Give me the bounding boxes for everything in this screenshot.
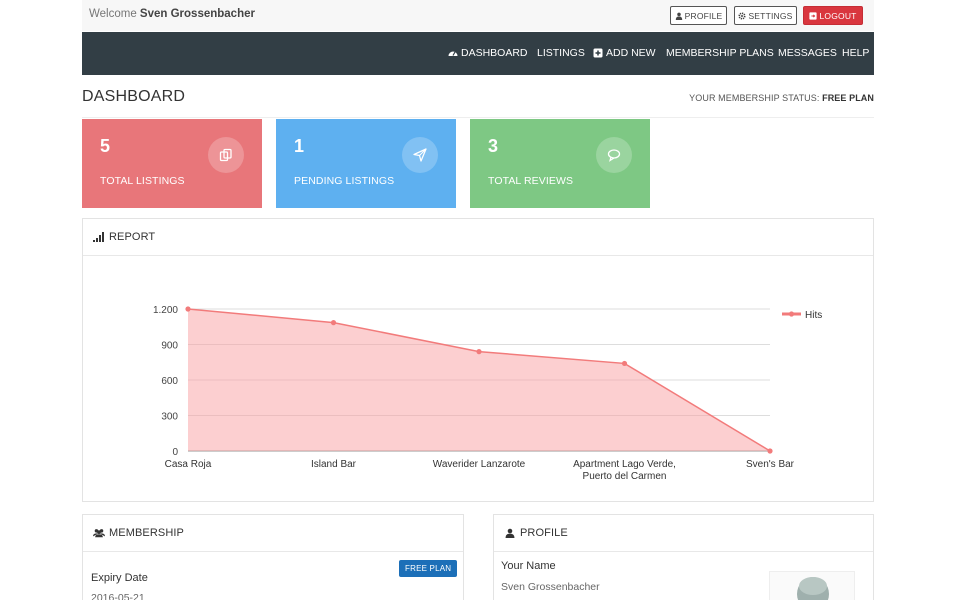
nav-add-new[interactable]: ADD NEW [593,47,656,59]
header-divider [82,117,874,118]
x-tick-label: Island Bar [311,459,357,470]
logout-button-label: LOGOUT [819,10,857,21]
stat-label: TOTAL LISTINGS [100,175,185,187]
nav-membership-plans-label: MEMBERSHIP PLANS [666,47,774,59]
user-name: Sven Grossenbacher [139,8,255,20]
data-point [330,320,337,326]
plan-badge[interactable]: FREE PLAN [399,560,458,577]
membership-status-label: YOUR MEMBERSHIP STATUS: [689,93,820,103]
profile-button[interactable]: PROFILE [670,6,727,25]
profile-panel: PROFILE Your Name Sven Grossenbacher [493,514,874,600]
y-tick-label: 0 [172,447,178,458]
x-tick-label: Casa Roja [165,459,212,470]
stat-value: 1 [294,136,305,156]
avatar [769,571,855,600]
user-icon [505,528,515,538]
page-title: DASHBOARD [82,88,186,105]
x-tick-label: Apartment Lago Verde, Puerto del Carmen [573,459,676,482]
nav-dashboard-label: DASHBOARD [461,47,528,59]
gear-icon [738,11,746,20]
nav-messages-label: MESSAGES [778,47,837,59]
membership-panel: MEMBERSHIP FREE PLAN Expiry Date 2016-05… [82,514,464,600]
copy-icon [208,137,244,173]
stat-card-total-reviews[interactable]: 3 TOTAL REVIEWS [470,119,650,208]
dashboard-icon [448,51,458,56]
nav-listings[interactable]: LISTINGS [537,47,585,59]
comment-icon [596,137,632,173]
expiry-value: 2016-05-21 [91,592,145,600]
welcome-text: Welcome Sven Grossenbacher [89,8,255,20]
stat-label: PENDING LISTINGS [294,175,395,187]
nav-listings-label: LISTINGS [537,47,585,59]
stat-card-pending-listings[interactable]: 1 PENDING LISTINGS [276,119,456,208]
your-name-label: Your Name [501,560,556,572]
logout-icon [809,11,818,20]
hits-chart: 0 300 600 900 1.200 Casa Roja Island Bar Waveri… [153,305,822,482]
legend-label: Hits [805,310,822,321]
nav-messages[interactable]: MESSAGES [778,47,837,59]
settings-button[interactable]: SETTINGS [734,6,797,25]
settings-button-label: SETTINGS [748,10,793,21]
stat-card-total-listings[interactable]: 5 TOTAL LISTINGS [82,119,262,208]
report-panel-header: REPORT [83,219,873,256]
x-tick-label: Waverider Lanzarote [433,459,526,470]
signal-bars-icon [93,232,104,242]
profile-title: PROFILE [520,527,568,539]
paper-plane-icon [402,137,438,173]
data-point [621,360,628,367]
profile-panel-header: PROFILE [494,515,873,552]
membership-title: MEMBERSHIP [109,527,184,539]
y-tick-label: 1.200 [153,305,178,316]
y-tick-label: 300 [161,412,178,423]
membership-panel-header: MEMBERSHIP [83,515,463,552]
nav-membership-plans[interactable]: MEMBERSHIP PLANS [666,47,774,59]
plus-square-icon [593,48,603,58]
expiry-label: Expiry Date [91,572,148,584]
x-tick-label: Sven's Bar [746,459,795,470]
membership-status: YOUR MEMBERSHIP STATUS: FREE PLAN [689,93,874,103]
data-point [476,349,482,355]
profile-button-label: PROFILE [684,10,723,21]
legend-marker [788,311,795,317]
nav-add-new-label: ADD NEW [606,47,656,59]
report-title: REPORT [109,231,156,243]
y-tick-label: 600 [161,376,178,387]
main-navbar: DASHBOARD LISTINGS ADD NEW MEMBERSHIP PL… [82,32,874,75]
stat-label: TOTAL REVIEWS [488,175,574,187]
data-point [185,306,191,312]
welcome-prefix: Welcome [89,8,137,20]
stat-value: 5 [100,136,111,156]
nav-help[interactable]: HELP [842,47,869,59]
user-icon [675,12,682,20]
membership-status-value: FREE PLAN [822,93,874,103]
stat-value: 3 [488,136,499,156]
y-tick-label: 900 [161,341,178,352]
users-icon [93,529,105,538]
nav-help-label: HELP [842,47,870,59]
top-bar: Welcome Sven Grossenbacher PROFILE SETTI… [82,0,874,31]
your-name-value: Sven Grossenbacher [501,581,600,593]
nav-dashboard[interactable]: DASHBOARD [448,47,528,59]
report-panel: REPORT 0 300 600 900 1.200 Casa Roja Island Ba… [82,218,874,502]
logout-button[interactable]: LOGOUT [803,6,863,25]
data-point [767,448,773,454]
